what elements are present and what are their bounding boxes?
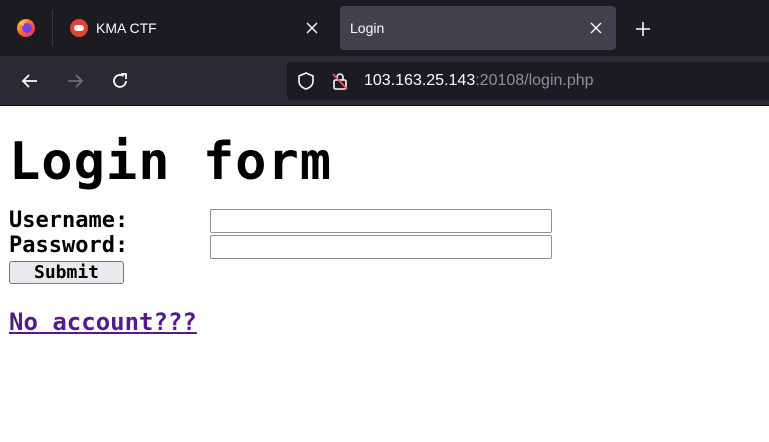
username-label: Username: <box>9 208 129 233</box>
no-account-link[interactable]: No account??? <box>9 308 197 336</box>
url-text[interactable]: 103.163.25.143:20108/login.php <box>364 71 594 91</box>
tab-title: KMA CTF <box>96 20 157 36</box>
forward-button[interactable] <box>60 66 90 96</box>
back-arrow-icon <box>21 74 37 88</box>
password-label: Password: <box>9 233 129 258</box>
username-input[interactable] <box>210 209 552 233</box>
password-input[interactable] <box>210 235 552 259</box>
forward-arrow-icon <box>68 74 84 88</box>
tab-bar: KMA CTF Login <box>0 0 769 56</box>
kma-favicon-icon <box>70 19 88 37</box>
firefox-menu-button[interactable] <box>0 0 52 56</box>
plus-icon <box>636 22 650 36</box>
reload-icon <box>113 73 127 88</box>
tab-login[interactable]: Login <box>340 6 616 50</box>
url-bar[interactable]: 103.163.25.143:20108/login.php <box>287 62 769 100</box>
page-content: Login form Username: Password: Submit No… <box>0 106 769 442</box>
url-host: 103.163.25.143 <box>364 72 476 89</box>
reload-button[interactable] <box>105 66 135 96</box>
shield-icon[interactable] <box>296 71 316 91</box>
tab-title: Login <box>350 20 385 36</box>
tab-separator <box>52 10 53 46</box>
navigation-toolbar: 103.163.25.143:20108/login.php <box>0 56 769 106</box>
new-tab-button[interactable] <box>628 14 658 44</box>
firefox-logo-icon <box>17 19 35 37</box>
tab-kma-ctf[interactable]: KMA CTF <box>60 6 332 50</box>
back-button[interactable] <box>15 66 45 96</box>
submit-button[interactable]: Submit <box>9 261 124 284</box>
insecure-lock-icon[interactable] <box>330 71 350 91</box>
url-path: :20108/login.php <box>475 72 594 89</box>
page-title: Login form <box>9 132 333 192</box>
close-icon[interactable] <box>582 14 610 42</box>
close-icon[interactable] <box>298 14 326 42</box>
